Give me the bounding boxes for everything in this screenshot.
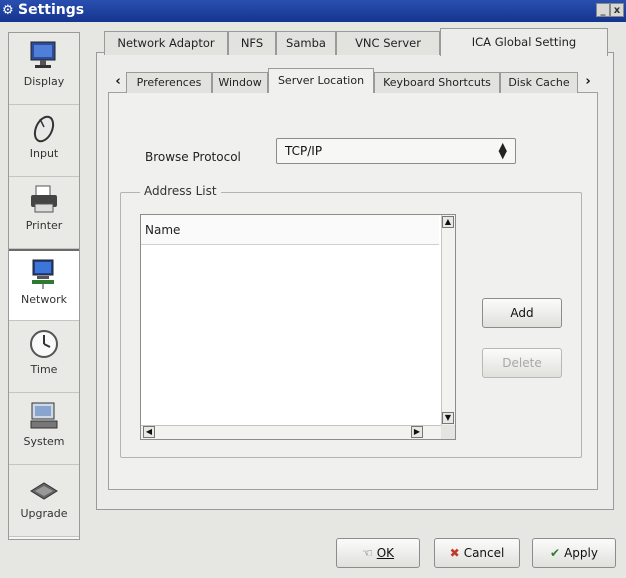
horizontal-scrollbar[interactable]: ◀ ▶	[141, 425, 441, 439]
tab-window[interactable]: Window	[212, 72, 268, 93]
tab-keyboard-shortcuts[interactable]: Keyboard Shortcuts	[374, 72, 500, 93]
delete-button[interactable]: Delete	[482, 348, 562, 378]
tab-scroll-left-icon[interactable]: ‹	[112, 73, 124, 91]
chip-icon	[30, 482, 58, 500]
category-input[interactable]: Input	[9, 105, 79, 177]
network-computer-icon	[32, 259, 54, 289]
category-label: Display	[23, 75, 65, 88]
tab-network-adaptor[interactable]: Network Adaptor	[104, 31, 228, 55]
category-label: Printer	[25, 219, 63, 232]
close-button[interactable]: x	[610, 3, 624, 17]
tab-samba[interactable]: Samba	[276, 31, 336, 55]
category-network[interactable]: Network	[9, 249, 79, 321]
printer-icon	[31, 185, 57, 213]
cancel-x-icon: ✖	[449, 546, 460, 560]
category-label: Time	[30, 363, 58, 376]
category-upgrade[interactable]: Upgrade	[9, 465, 79, 537]
category-system[interactable]: System	[9, 393, 79, 465]
apply-label: Apply	[564, 546, 598, 560]
category-list: Display Input Printer Network Time Syste…	[8, 32, 80, 540]
address-list-title: Address List	[140, 184, 221, 198]
scroll-down-icon[interactable]: ▼	[442, 412, 454, 424]
vertical-scrollbar[interactable]: ▲ ▼	[441, 215, 455, 425]
clock-icon	[30, 330, 58, 358]
tab-nfs[interactable]: NFS	[228, 31, 276, 55]
category-display[interactable]: Display	[9, 33, 79, 105]
address-list[interactable]: Name ▲ ▼ ◀ ▶	[140, 214, 456, 440]
window-title: Settings	[18, 2, 85, 18]
scroll-left-icon[interactable]: ◀	[143, 426, 155, 438]
list-header: Name	[141, 215, 439, 245]
ok-button[interactable]: ☜ OK	[336, 538, 420, 568]
ok-hand-icon: ☜	[361, 546, 373, 560]
scroll-up-icon[interactable]: ▲	[442, 216, 454, 228]
tab-server-location[interactable]: Server Location	[268, 68, 374, 93]
category-label: System	[23, 435, 65, 448]
minimize-button[interactable]: _	[596, 3, 610, 17]
ok-label: OK	[376, 546, 395, 560]
category-time[interactable]: Time	[9, 321, 79, 393]
scroll-right-icon[interactable]: ▶	[411, 426, 423, 438]
tab-preferences[interactable]: Preferences	[126, 72, 212, 93]
tab-ica-global-setting[interactable]: ICA Global Setting	[440, 28, 608, 56]
tab-disk-cache[interactable]: Disk Cache	[500, 72, 578, 93]
browse-protocol-select[interactable]: TCP/IP ▲ ▼	[276, 138, 516, 164]
cancel-label: Cancel	[463, 546, 505, 560]
category-label: Input	[29, 147, 59, 160]
settings-gear-icon: ⚙	[2, 3, 14, 18]
apply-check-icon: ✔	[550, 546, 561, 560]
updown-arrows-icon: ▲ ▼	[498, 140, 507, 161]
column-header-name[interactable]: Name	[145, 223, 180, 237]
browse-protocol-label: Browse Protocol	[145, 150, 241, 164]
apply-button[interactable]: ✔ Apply	[532, 538, 616, 568]
system-icon	[30, 402, 58, 429]
add-button[interactable]: Add	[482, 298, 562, 328]
category-printer[interactable]: Printer	[9, 177, 79, 249]
category-label: Network	[21, 293, 67, 306]
monitor-icon	[30, 41, 56, 68]
browse-protocol-value: TCP/IP	[285, 144, 323, 158]
cancel-button[interactable]: ✖ Cancel	[434, 538, 520, 568]
category-label: Upgrade	[20, 507, 68, 520]
tab-vnc-server[interactable]: VNC Server	[336, 31, 440, 55]
sub-tab-bar: ‹ Preferences Window Server Location Key…	[108, 68, 598, 93]
main-tab-bar: Network Adaptor NFS Samba VNC Server ICA…	[100, 28, 612, 56]
tab-scroll-right-icon[interactable]: ›	[582, 73, 594, 91]
mouse-icon	[33, 115, 55, 143]
title-bar: ⚙ Settings _ x	[0, 0, 626, 22]
scrollbar-corner	[441, 425, 455, 439]
